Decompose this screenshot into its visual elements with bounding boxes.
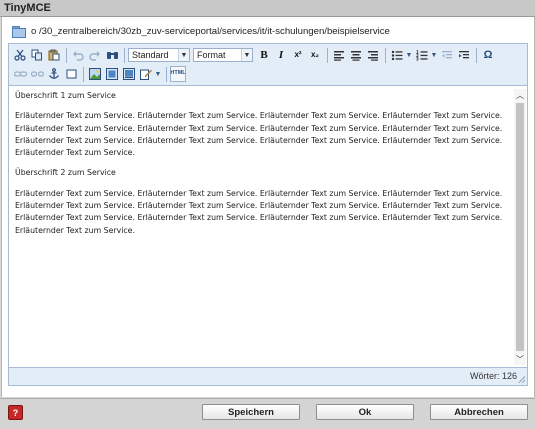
- content-heading-2: Überschrift 2 zum Service: [15, 168, 116, 178]
- paste-icon[interactable]: [46, 47, 62, 63]
- bullet-list-icon[interactable]: [389, 47, 405, 63]
- insert-image-icon[interactable]: [121, 66, 137, 82]
- dialog-body: o /30_zentralbereich/30zb_zuv-servicepor…: [1, 17, 535, 397]
- scroll-down-arrow-icon[interactable]: ﹀: [514, 353, 526, 365]
- style-select[interactable]: Standard ▼: [128, 48, 190, 62]
- content-paragraph-1: Erläuternder Text zum Service. Erläutern…: [15, 111, 503, 158]
- toolbar-row-2: ▼ HTML: [12, 65, 187, 83]
- undo-icon[interactable]: [70, 47, 86, 63]
- redo-icon[interactable]: [87, 47, 103, 63]
- cut-icon[interactable]: [12, 47, 28, 63]
- block-icon[interactable]: [63, 66, 79, 82]
- chevron-down-icon[interactable]: ▼: [155, 66, 162, 82]
- scrollbar-thumb[interactable]: [516, 103, 524, 351]
- path-text: o /30_zentralbereich/30zb_zuv-servicepor…: [31, 25, 390, 37]
- scroll-up-arrow-icon[interactable]: ︿: [514, 89, 526, 101]
- svg-text:3: 3: [416, 56, 419, 61]
- align-left-icon[interactable]: [331, 47, 347, 63]
- ok-button[interactable]: Ok: [316, 404, 414, 420]
- folder-icon: [12, 25, 26, 38]
- window-title: TinyMCE: [4, 2, 51, 14]
- superscript-button[interactable]: x²: [290, 47, 306, 63]
- vertical-scrollbar[interactable]: ︿ ﹀: [514, 89, 526, 365]
- chevron-down-icon[interactable]: ▼: [406, 47, 413, 63]
- copy-icon[interactable]: [29, 47, 45, 63]
- chevron-down-icon: ▼: [178, 49, 189, 61]
- dialog-footer: ? Speichern Ok Abbrechen: [0, 398, 535, 429]
- charmap-button[interactable]: Ω: [480, 47, 496, 63]
- editor-content-area[interactable]: Überschrift 1 zum Service Erläuternder T…: [9, 85, 527, 368]
- editor-statusbar: Wörter: 126: [9, 368, 527, 385]
- window-titlebar: TinyMCE: [0, 0, 535, 17]
- toolbar-separator: [66, 47, 67, 63]
- link-icon[interactable]: [12, 66, 28, 82]
- help-icon[interactable]: ?: [8, 405, 23, 420]
- format-select-value: Format: [197, 50, 226, 60]
- image-icon[interactable]: [87, 66, 103, 82]
- html-source-button[interactable]: HTML: [170, 66, 186, 82]
- outdent-icon[interactable]: [439, 47, 455, 63]
- subscript-button[interactable]: x₂: [307, 47, 323, 63]
- bold-button[interactable]: B: [256, 47, 272, 63]
- editor-content[interactable]: Überschrift 1 zum Service Erläuternder T…: [15, 90, 505, 245]
- toolbar-separator: [476, 47, 477, 63]
- indent-icon[interactable]: [456, 47, 472, 63]
- word-count: Wörter: 126: [469, 371, 517, 381]
- toolbar-separator: [385, 47, 386, 63]
- format-select[interactable]: Format ▼: [193, 48, 253, 62]
- chevron-down-icon[interactable]: ▼: [431, 47, 438, 63]
- content-heading-1: Überschrift 1 zum Service: [15, 91, 116, 100]
- numbered-list-icon[interactable]: 123: [414, 47, 430, 63]
- toolbar-separator: [166, 66, 167, 82]
- content-paragraph-2: Erläuternder Text zum Service. Erläutern…: [15, 188, 503, 235]
- style-select-value: Standard: [132, 50, 169, 60]
- toolbar-separator: [124, 47, 125, 63]
- media-icon[interactable]: [104, 66, 120, 82]
- edit-icon[interactable]: [138, 66, 154, 82]
- toolbar-separator: [327, 47, 328, 63]
- resize-handle-icon[interactable]: [518, 376, 525, 383]
- chevron-down-icon: ▼: [241, 49, 252, 61]
- toolbar-row-1: Standard ▼ Format ▼ B I x² x₂ ▼ 1 2 3 ▼ …: [12, 46, 497, 64]
- toolbar-separator: [83, 66, 84, 82]
- tinymce-editor: Standard ▼ Format ▼ B I x² x₂ ▼ 1 2 3 ▼ …: [8, 43, 528, 386]
- italic-button[interactable]: I: [273, 47, 289, 63]
- save-button[interactable]: Speichern: [202, 404, 300, 420]
- path-row: o /30_zentralbereich/30zb_zuv-servicepor…: [12, 23, 390, 39]
- anchor-icon[interactable]: [46, 66, 62, 82]
- align-right-icon[interactable]: [365, 47, 381, 63]
- unlink-icon[interactable]: [29, 66, 45, 82]
- find-icon[interactable]: [104, 47, 120, 63]
- cancel-button[interactable]: Abbrechen: [430, 404, 528, 420]
- align-center-icon[interactable]: [348, 47, 364, 63]
